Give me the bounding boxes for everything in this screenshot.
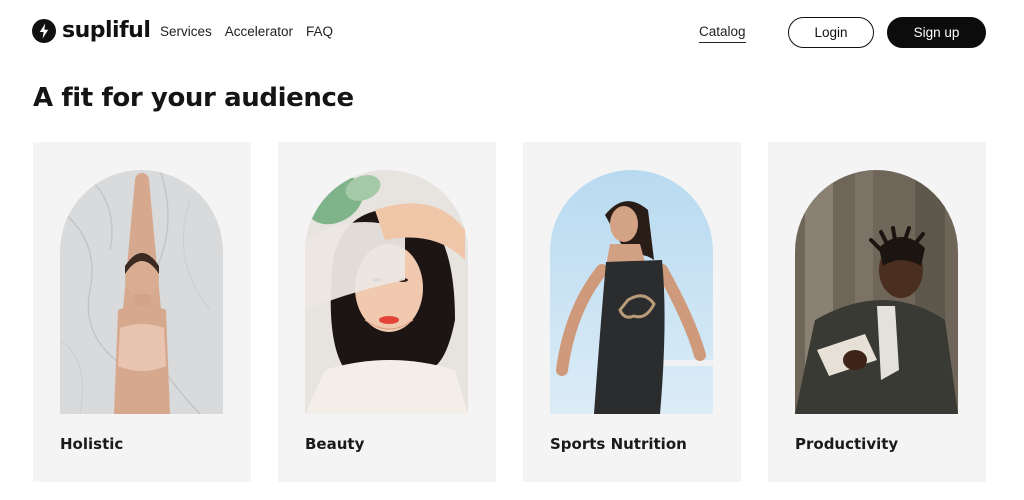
nav-link-services[interactable]: Services [160,23,212,41]
audience-card-productivity[interactable]: Productivity [768,142,986,482]
catalog-link[interactable]: Catalog [699,23,746,43]
sports-nutrition-photo [550,170,713,414]
nav-link-faq[interactable]: FAQ [306,23,333,41]
signup-button[interactable]: Sign up [887,17,986,48]
nav-link-accelerator[interactable]: Accelerator [225,23,293,41]
brand-logo[interactable]: supliful [32,17,151,45]
audience-card-sports-nutrition[interactable]: Sports Nutrition [523,142,741,482]
card-label: Productivity [795,435,899,453]
beauty-photo [305,170,468,414]
card-label: Beauty [305,435,365,453]
audience-card-holistic[interactable]: Holistic [33,142,251,482]
holistic-photo [60,170,223,414]
login-button[interactable]: Login [788,17,874,48]
lightning-bolt-icon [32,19,56,43]
audience-card-beauty[interactable]: Beauty [278,142,496,482]
card-label: Sports Nutrition [550,435,687,453]
card-label: Holistic [60,435,124,453]
brand-name: supliful [62,18,151,43]
primary-nav: Services Accelerator FAQ [160,23,346,41]
productivity-photo [795,170,958,414]
top-navigation: supliful Services Accelerator FAQ Catalo… [0,0,1024,64]
section-title: A fit for your audience [33,83,354,113]
